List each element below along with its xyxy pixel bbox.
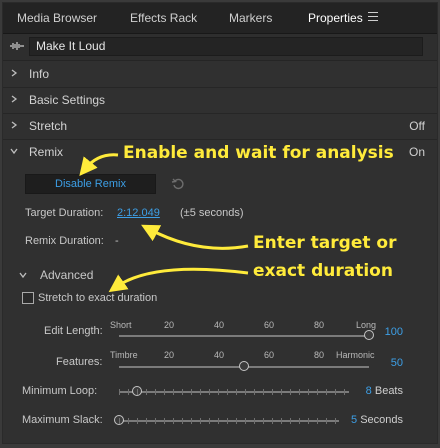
slider-tick [272,418,273,424]
annotation-arrows [79,153,249,293]
slider-tick [254,389,255,395]
slider-tick [146,418,147,424]
slider-tick [119,418,120,424]
slider-tick [317,389,318,395]
slider-tick [299,418,300,424]
slider-tick [299,389,300,395]
slider-tick [281,418,282,424]
annotation-enable: Enable and wait for analysis [123,143,394,163]
slider-tick [245,418,246,424]
slider-tick [173,389,174,395]
slider-tick [191,418,192,424]
arrow-to-stretch-checkbox [108,267,249,293]
slider-tick [308,418,309,424]
slider-tick [173,418,174,424]
slider-tick [200,389,201,395]
slider-tick [227,389,228,395]
slider-tick [200,418,201,424]
slider-tick [272,389,273,395]
properties-panel: Media Browser Effects Rack Markers Prope… [2,2,438,444]
slider-tick [209,418,210,424]
slider-tick [263,389,264,395]
slider-tick [344,389,345,395]
slider-tick [164,418,165,424]
slider-tick [191,389,192,395]
slider-tick [308,389,309,395]
slider-tick [146,389,147,395]
slider-tick [263,418,264,424]
arrow-to-target-duration [141,224,249,250]
slider-tick [254,418,255,424]
slider-tick [137,418,138,424]
slider-tick [128,389,129,395]
slider-tick [218,389,219,395]
slider-tick [137,389,138,395]
annotation-enter-line2: exact duration [253,261,393,281]
slider-tick [326,418,327,424]
slider-tick [245,389,246,395]
slider-tick [182,389,183,395]
slider-tick [236,418,237,424]
slider-tick [290,389,291,395]
annotation-enter-line1: Enter target or [253,233,397,253]
slider-tick [335,389,336,395]
arrow-to-disable-button [79,153,119,176]
slider-tick [155,418,156,424]
slider-tick [281,389,282,395]
slider-tick [164,389,165,395]
slider-tick [317,418,318,424]
slider-tick [119,389,120,395]
slider-tick [128,418,129,424]
slider-tick [326,389,327,395]
slider-tick [218,418,219,424]
slider-tick [209,389,210,395]
slider-tick [290,418,291,424]
slider-tick [155,389,156,395]
slider-tick [335,418,336,424]
slider-tick [236,389,237,395]
slider-tick [182,418,183,424]
slider-tick [227,418,228,424]
